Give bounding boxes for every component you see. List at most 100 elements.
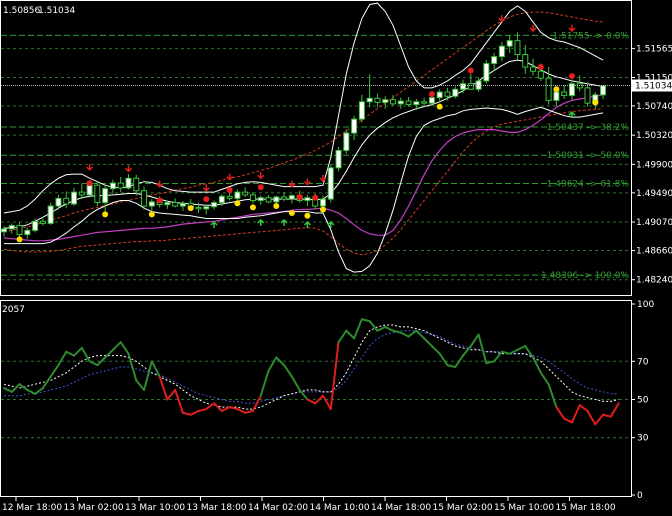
candle-body <box>390 99 396 105</box>
sell-signal-dot <box>296 194 303 200</box>
buy-signal-dot <box>319 206 326 213</box>
candle-body <box>343 132 350 151</box>
price-tick-label: 1.49070 <box>636 218 672 228</box>
time-tick-label: 15 Mar 10:00 <box>494 503 554 513</box>
candle-body <box>553 91 560 101</box>
buy-signal-dot <box>288 209 295 216</box>
candle-body <box>39 220 46 224</box>
sell-signal-dot <box>257 184 264 191</box>
candle-body <box>475 80 482 90</box>
candle-body <box>405 100 412 106</box>
candle-body <box>413 101 420 106</box>
price-tick-label: 1.48240 <box>636 276 672 286</box>
candle-body <box>148 201 155 207</box>
sell-signal-dot <box>203 196 210 203</box>
time-tick-label: 15 Mar 18:00 <box>556 503 616 513</box>
candle-body <box>172 202 179 207</box>
time-tick-label: 13 Mar 18:00 <box>187 503 247 513</box>
candle-body <box>55 197 62 207</box>
candle-body <box>109 182 116 190</box>
candle-body <box>63 197 70 205</box>
buy-signal-dot <box>187 205 194 212</box>
candle-body <box>249 194 256 201</box>
candle-body <box>483 63 490 82</box>
candle-body <box>1 228 7 233</box>
buy-signal-dot <box>249 204 256 211</box>
time-tick-label: 14 Mar 18:00 <box>371 503 431 513</box>
candle-body <box>195 206 202 210</box>
candle-body <box>452 88 459 97</box>
fib-level-label: 1.49624 -> 61.8% <box>547 180 630 190</box>
candle-body <box>319 198 326 207</box>
price-tick-label: 1.49900 <box>636 160 672 170</box>
time-tick-label: 13 Mar 10:00 <box>125 503 185 513</box>
buy-signal-dot <box>553 86 560 93</box>
oscillator-tick-label: 70 <box>637 357 649 367</box>
price-tick-label: 1.50320 <box>636 131 672 141</box>
candle-body <box>506 40 513 47</box>
candle-body <box>32 220 39 231</box>
candle-body <box>16 224 23 236</box>
time-tick-label: 13 Mar 02:00 <box>64 503 124 513</box>
buy-signal-dot <box>304 212 311 219</box>
candle-body <box>141 190 148 207</box>
oscillator-tick-label: 30 <box>637 434 649 444</box>
price-tick-label: 1.51565 <box>636 45 672 55</box>
candle-body <box>78 191 85 196</box>
candle-body <box>382 99 389 103</box>
current-price-label: 1.51034 <box>635 82 672 92</box>
buy-signal-dot <box>148 211 155 218</box>
oscillator-tick-label: 0 <box>637 491 643 501</box>
price-header: 1.50856 <box>3 6 40 16</box>
candle-body <box>436 91 443 99</box>
sell-signal-dot <box>156 197 163 204</box>
trading-chart: 1.51755 -> 0.0% 1.50437 -> 38.2% 1.50031 -… <box>0 0 672 516</box>
candle-body <box>327 167 334 200</box>
candle-body <box>86 184 93 196</box>
price-header-ask: 1.51034 <box>38 6 75 16</box>
candle-body <box>94 184 101 204</box>
candle-body <box>281 196 288 200</box>
candle-body <box>203 206 210 210</box>
candle-body <box>530 66 537 72</box>
candle-body <box>351 118 358 134</box>
candle-body <box>24 229 31 236</box>
candle-body <box>8 224 15 230</box>
candle-body <box>561 91 568 97</box>
sell-signal-dot <box>568 73 575 80</box>
oscillator-tick-label: 50 <box>637 396 649 406</box>
sell-signal-dot <box>226 187 233 194</box>
sell-signal-dot <box>428 91 435 98</box>
oscillator-title: 2057 <box>2 305 25 315</box>
fib-level-label: 1.50437 -> 38.2% <box>547 123 630 133</box>
candle-body <box>125 177 132 189</box>
candle-body <box>600 85 607 96</box>
candle-body <box>514 40 521 56</box>
buy-signal-dot <box>436 103 443 110</box>
candle-body <box>273 196 280 203</box>
candle-body <box>117 182 124 189</box>
time-tick-label: 14 Mar 02:00 <box>248 503 308 513</box>
candle-body <box>226 195 233 199</box>
buy-signal-dot <box>16 236 23 243</box>
candle-body <box>491 56 498 65</box>
price-tick-label: 1.49490 <box>636 189 672 199</box>
candle-body <box>584 87 591 104</box>
candle-body <box>71 191 78 205</box>
buy-signal-dot <box>592 99 599 106</box>
candle-body <box>102 188 109 204</box>
sell-signal-dot <box>467 67 474 74</box>
oscillator-tick-label: 100 <box>637 300 654 310</box>
candle-body <box>211 202 218 208</box>
candle-body <box>164 202 171 206</box>
candle-body <box>374 97 381 103</box>
candle-body <box>358 101 365 120</box>
candle-body <box>265 197 272 203</box>
time-tick-label: 12 Mar 18:00 <box>2 503 62 513</box>
fib-level-label: 1.51755 -> 0.0% <box>552 31 629 41</box>
fib-level-label: 1.48306 -> 100.0% <box>541 271 629 281</box>
candle-body <box>545 77 552 101</box>
time-tick-label: 15 Mar 02:00 <box>433 503 493 513</box>
candle-body <box>335 149 342 169</box>
candle-body <box>133 177 140 192</box>
